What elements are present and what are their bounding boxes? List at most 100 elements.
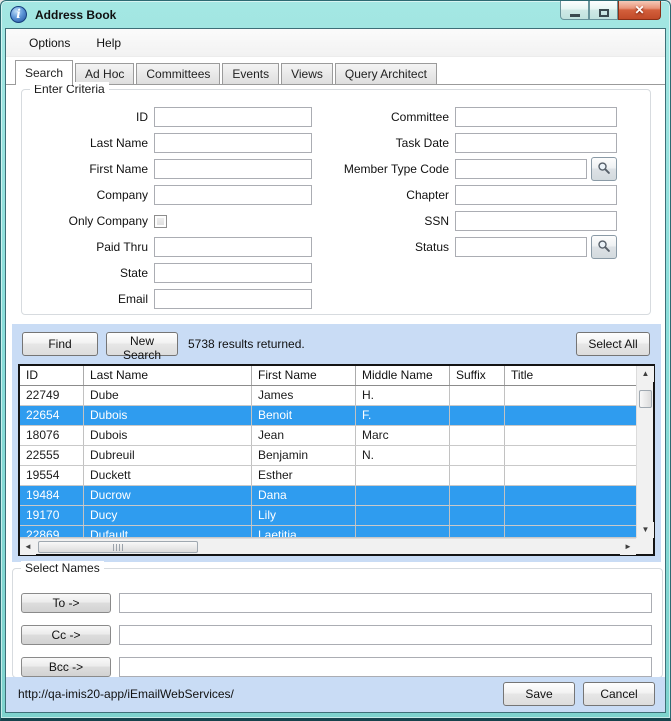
table-cell: [505, 426, 636, 445]
to-button[interactable]: To ->: [21, 593, 111, 613]
enter-criteria-groupbox: Enter Criteria IDLast NameFirst NameComp…: [21, 89, 651, 315]
only-company-label: Only Company: [32, 214, 154, 228]
chapter-field-row: Chapter: [332, 185, 632, 205]
tab-views[interactable]: Views: [281, 63, 333, 84]
table-row[interactable]: 22555DubreuilBenjaminN.: [20, 446, 636, 466]
table-cell: James: [252, 386, 356, 405]
paid-thru-label: Paid Thru: [32, 240, 154, 254]
task-date-field-row: Task Date: [332, 133, 632, 153]
find-button[interactable]: Find: [22, 332, 98, 356]
table-row[interactable]: 18076DuboisJeanMarc: [20, 426, 636, 446]
paid-thru-input[interactable]: [154, 237, 312, 257]
only-company-checkbox[interactable]: [154, 215, 167, 228]
only-company-field-row: Only Company: [32, 211, 312, 231]
maximize-button[interactable]: [589, 1, 618, 20]
save-button[interactable]: Save: [503, 682, 575, 706]
state-field-row: State: [32, 263, 312, 283]
cc-input[interactable]: [119, 625, 652, 645]
company-input[interactable]: [154, 185, 312, 205]
chapter-label: Chapter: [332, 188, 455, 202]
table-cell: Laetitia: [252, 526, 356, 537]
select-all-button[interactable]: Select All: [576, 332, 650, 356]
table-cell: Marc: [356, 426, 450, 445]
table-row[interactable]: 22869DufaultLaetitia: [20, 526, 636, 538]
bcc-input[interactable]: [119, 657, 652, 677]
results-count-text: 5738 results returned.: [188, 337, 305, 351]
tab-events[interactable]: Events: [222, 63, 279, 84]
scroll-down-icon[interactable]: ▼: [637, 522, 654, 538]
member-type-code-lookup-button[interactable]: [591, 157, 617, 181]
column-header-first-name[interactable]: First Name: [252, 366, 356, 385]
table-cell: Jean: [252, 426, 356, 445]
table-cell: Dubreuil: [84, 446, 252, 465]
menu-item-help[interactable]: Help: [83, 31, 134, 55]
column-header-suffix[interactable]: Suffix: [450, 366, 505, 385]
committee-label: Committee: [332, 110, 455, 124]
to-input[interactable]: [119, 593, 652, 613]
titlebar[interactable]: i Address Book ✕: [1, 1, 670, 28]
status-input[interactable]: [455, 237, 587, 257]
last-name-input[interactable]: [154, 133, 312, 153]
table-cell: [505, 526, 636, 537]
cancel-button[interactable]: Cancel: [583, 682, 655, 706]
ssn-field-row: SSN: [332, 211, 632, 231]
table-cell: Benoit: [252, 406, 356, 425]
column-header-id[interactable]: ID: [20, 366, 84, 385]
ssn-input[interactable]: [455, 211, 617, 231]
table-cell: Esther: [252, 466, 356, 485]
close-button[interactable]: ✕: [618, 1, 661, 20]
tab-ad-hoc[interactable]: Ad Hoc: [75, 63, 134, 84]
bcc-button[interactable]: Bcc ->: [21, 657, 111, 677]
member-type-code-label: Member Type Code: [332, 162, 455, 176]
member-type-code-input[interactable]: [455, 159, 587, 179]
table-row[interactable]: 19170DucyLily: [20, 506, 636, 526]
first-name-input[interactable]: [154, 159, 312, 179]
table-cell: [505, 466, 636, 485]
state-input[interactable]: [154, 263, 312, 283]
status-lookup-button[interactable]: [591, 235, 617, 259]
table-cell: 22555: [20, 446, 84, 465]
column-header-title[interactable]: Title: [505, 366, 636, 385]
email-input[interactable]: [154, 289, 312, 309]
scroll-left-icon[interactable]: ◄: [20, 539, 36, 555]
table-cell: 18076: [20, 426, 84, 445]
column-header-last-name[interactable]: Last Name: [84, 366, 252, 385]
task-date-label: Task Date: [332, 136, 455, 150]
table-cell: Dube: [84, 386, 252, 405]
vertical-scroll-thumb[interactable]: [639, 390, 652, 408]
window-controls: ✕: [560, 1, 661, 20]
horizontal-scroll-thumb[interactable]: [38, 541, 198, 553]
table-row[interactable]: 19484DucrowDana: [20, 486, 636, 506]
tab-committees[interactable]: Committees: [136, 63, 220, 84]
minimize-icon: [570, 14, 580, 17]
scroll-up-icon[interactable]: ▲: [637, 366, 654, 382]
committee-input[interactable]: [455, 107, 617, 127]
table-cell: [505, 506, 636, 525]
table-cell: [505, 406, 636, 425]
menu-item-options[interactable]: Options: [16, 31, 83, 55]
table-row[interactable]: 19554DuckettEsther: [20, 466, 636, 486]
table-cell: [450, 466, 505, 485]
table-row[interactable]: 22654DuboisBenoitF.: [20, 406, 636, 426]
tab-query-architect[interactable]: Query Architect: [335, 63, 437, 84]
table-cell: [356, 466, 450, 485]
table-cell: Ducy: [84, 506, 252, 525]
criteria-right-column: Committee Task Date Member Type Code Chapte…: [332, 107, 632, 309]
chapter-input[interactable]: [455, 185, 617, 205]
table-row[interactable]: 22749DubeJamesH.: [20, 386, 636, 406]
cc-button[interactable]: Cc ->: [21, 625, 111, 645]
minimize-button[interactable]: [560, 1, 589, 20]
vertical-scrollbar[interactable]: ▲ ▼: [636, 366, 653, 538]
horizontal-scrollbar[interactable]: ◄ ►: [20, 538, 636, 554]
tab-search[interactable]: Search: [15, 60, 73, 85]
table-cell: H.: [356, 386, 450, 405]
select-names-groupbox: Select Names To ->Cc ->Bcc ->: [12, 568, 663, 678]
scroll-right-icon[interactable]: ►: [620, 539, 636, 555]
id-input[interactable]: [154, 107, 312, 127]
results-panel: Find New Search 5738 results returned. S…: [12, 324, 661, 562]
table-cell: [450, 386, 505, 405]
task-date-input[interactable]: [455, 133, 617, 153]
new-search-button[interactable]: New Search: [106, 332, 178, 356]
column-header-middle-name[interactable]: Middle Name: [356, 366, 450, 385]
table-cell: Ducrow: [84, 486, 252, 505]
